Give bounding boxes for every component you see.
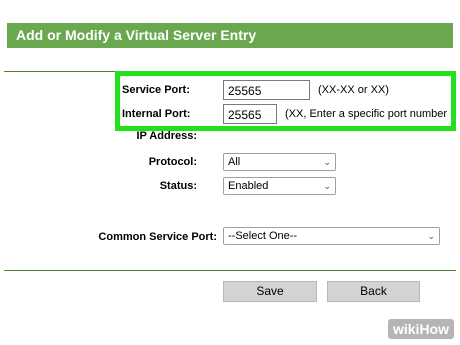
service-port-hint: (XX-XX or XX) — [318, 84, 389, 96]
service-port-label: Service Port: — [122, 84, 190, 96]
internal-port-label: Internal Port: — [122, 108, 191, 120]
chevron-down-icon: ⌄ — [323, 181, 331, 191]
save-button[interactable]: Save — [223, 281, 317, 302]
common-service-port-select[interactable]: --Select One-- ⌄ — [223, 227, 440, 245]
status-select[interactable]: Enabled ⌄ — [223, 177, 336, 195]
service-port-input[interactable]: 25565 — [223, 80, 310, 100]
page-title: Add or Modify a Virtual Server Entry — [7, 23, 453, 48]
wikihow-watermark: wikiHow — [387, 319, 454, 339]
protocol-select[interactable]: All ⌄ — [223, 153, 336, 171]
router-config-page: Add or Modify a Virtual Server Entry IP … — [0, 0, 460, 345]
common-service-port-value: --Select One-- — [228, 230, 298, 242]
status-label: Status: — [159, 180, 197, 192]
back-button[interactable]: Back — [327, 281, 420, 302]
common-service-port-label: Common Service Port: — [98, 231, 217, 243]
divider-bottom — [4, 270, 456, 271]
internal-port-hint: (XX, Enter a specific port number — [285, 108, 448, 120]
chevron-down-icon: ⌄ — [427, 231, 435, 241]
protocol-label: Protocol: — [148, 156, 197, 168]
status-value: Enabled — [228, 180, 269, 192]
ip-address-label: IP Address: — [136, 130, 197, 142]
protocol-value: All — [228, 156, 241, 168]
chevron-down-icon: ⌄ — [323, 157, 331, 167]
divider-top — [4, 71, 115, 72]
internal-port-input[interactable]: 25565 — [223, 104, 277, 124]
